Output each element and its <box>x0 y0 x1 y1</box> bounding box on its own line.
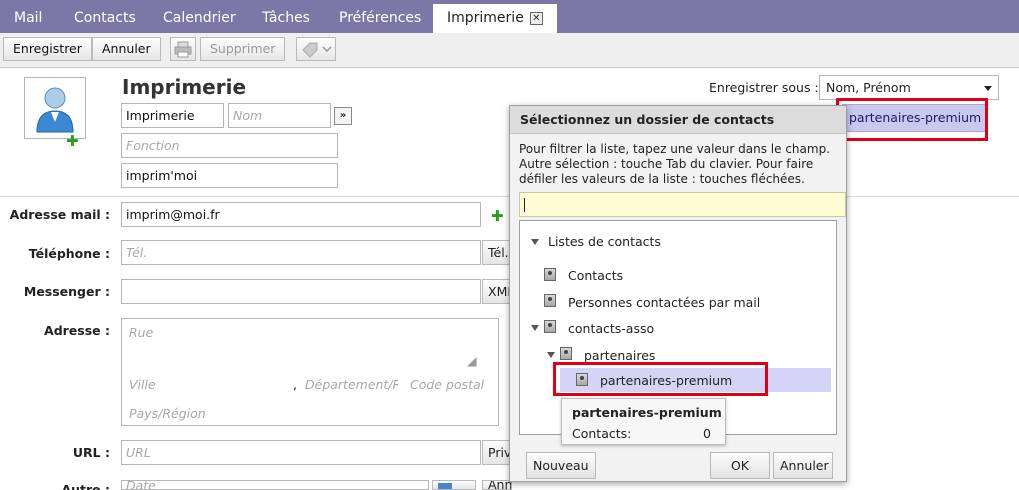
tab-taches[interactable]: Tâches <box>248 4 324 33</box>
tab-label: Préférences <box>339 10 422 26</box>
messenger-type-button[interactable]: XMPP <box>482 279 512 304</box>
tab-label: Mail <box>14 10 43 26</box>
address-box: Rue ◢ Ville , Département/Région Code po… <box>121 318 499 426</box>
dialog-title: Sélectionnez un dossier de contacts <box>510 106 846 134</box>
dialog-cancel-button[interactable]: Annuler <box>773 452 833 479</box>
tooltip-contacts-count: 0 <box>703 426 711 441</box>
company-field[interactable]: imprim'moi <box>121 163 338 188</box>
expand-arrow-icon[interactable] <box>547 352 555 358</box>
expand-arrow-icon[interactable] <box>531 325 539 331</box>
email-field[interactable]: imprim@moi.fr <box>121 202 481 227</box>
add-photo-icon[interactable]: ✚ <box>66 134 79 149</box>
calendar-button[interactable] <box>432 480 476 490</box>
street-field[interactable]: Rue <box>129 325 153 340</box>
url-field[interactable]: URL <box>121 440 481 465</box>
tab-preferences[interactable]: Préférences <box>325 4 435 33</box>
department-field[interactable]: Département/Région <box>305 377 398 392</box>
page-title: Imprimerie <box>122 75 247 99</box>
text-cursor <box>524 198 525 212</box>
tree-item-partenaires[interactable]: partenaires <box>584 348 655 363</box>
tag-button[interactable] <box>296 37 336 61</box>
phone-type-button[interactable]: Tél. <box>482 240 512 265</box>
tab-mail[interactable]: Mail <box>0 4 56 33</box>
add-email-icon[interactable]: ✚ <box>491 209 504 224</box>
expand-name-button[interactable]: » <box>334 107 352 125</box>
save-button[interactable]: Enregistrer <box>3 37 92 61</box>
tooltip-contacts-label: Contacts: <box>572 426 632 441</box>
address-label: Adresse : <box>44 323 110 338</box>
address-book-icon <box>544 320 556 333</box>
folder-filter-input[interactable] <box>519 192 846 217</box>
first-name-field[interactable]: Imprimerie <box>121 103 224 128</box>
tab-label: Imprimerie <box>447 10 524 26</box>
highlight-box <box>836 98 988 141</box>
tab-label: Tâches <box>262 10 310 26</box>
print-button[interactable] <box>170 37 196 61</box>
tree-item-collected[interactable]: Personnes contactées par mail <box>568 295 760 310</box>
address-comma: , <box>293 377 297 392</box>
tab-label: Contacts <box>74 10 136 26</box>
chevron-down-icon <box>984 86 992 91</box>
last-name-field[interactable]: Nom <box>228 103 331 128</box>
printer-icon <box>174 41 192 58</box>
calendar-icon <box>438 483 452 489</box>
user-icon <box>36 87 74 133</box>
other-type-button[interactable]: Anniversaire <box>482 480 512 490</box>
phone-field[interactable]: Tél. <box>121 240 481 265</box>
function-field[interactable]: Fonction <box>121 133 338 158</box>
tab-calendrier[interactable]: Calendrier <box>149 4 250 33</box>
url-type-button[interactable]: Privé <box>482 440 512 465</box>
save-as-label: Enregistrer sous : <box>709 80 819 95</box>
tree-item-contacts-asso[interactable]: contacts-asso <box>568 321 654 336</box>
folder-tooltip: partenaires-premium Contacts: 0 <box>561 398 726 445</box>
tree-item-contacts[interactable]: Contacts <box>568 268 623 283</box>
tab-imprimerie[interactable]: Imprimerie ✕ <box>433 4 557 33</box>
cancel-button[interactable]: Annuler <box>92 37 161 61</box>
chevron-right-icon: » <box>339 110 347 121</box>
messenger-field[interactable] <box>121 279 481 304</box>
address-book-icon <box>560 347 572 360</box>
ok-button[interactable]: OK <box>710 452 770 479</box>
other-label: Autre : <box>61 482 110 490</box>
city-field[interactable]: Ville <box>129 377 156 392</box>
tag-icon <box>302 42 332 58</box>
avatar[interactable] <box>24 77 86 139</box>
phone-label: Téléphone : <box>28 246 110 261</box>
date-field[interactable]: Date <box>121 480 429 490</box>
tree-root[interactable]: Listes de contacts <box>548 234 661 249</box>
save-as-value: Nom, Prénom <box>826 80 911 95</box>
resize-handle-icon[interactable]: ◢ <box>467 353 477 368</box>
address-book-icon <box>544 268 556 281</box>
country-field[interactable]: Pays/Région <box>129 406 206 421</box>
tab-contacts[interactable]: Contacts <box>60 4 150 33</box>
new-folder-button[interactable]: Nouveau <box>526 452 596 479</box>
email-label: Adresse mail : <box>9 207 110 222</box>
highlight-box <box>553 362 768 396</box>
close-tab-icon[interactable]: ✕ <box>529 12 543 25</box>
toolbar: Enregistrer Annuler Supprimer <box>0 33 1019 68</box>
app-tab-bar: Mail Contacts Calendrier Tâches Préféren… <box>0 0 1019 33</box>
url-label: URL : <box>72 445 110 460</box>
expand-arrow-icon[interactable] <box>531 239 539 245</box>
tooltip-title: partenaires-premium <box>572 405 722 420</box>
tab-label: Calendrier <box>163 10 236 26</box>
messenger-label: Messenger : <box>23 284 110 299</box>
postal-code-field[interactable]: Code postal <box>410 377 484 392</box>
delete-button[interactable]: Supprimer <box>200 37 286 61</box>
address-book-icon <box>544 294 556 307</box>
dialog-help-text: Pour filtrer la liste, tapez une valeur … <box>519 142 830 186</box>
save-as-select[interactable]: Nom, Prénom <box>819 75 999 100</box>
